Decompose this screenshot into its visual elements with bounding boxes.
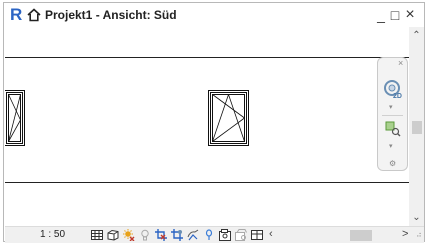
drawing-canvas[interactable]: × 2D ▾ ▾ ⚙ — [5, 27, 409, 226]
sun-path-icon[interactable] — [123, 229, 135, 241]
window-element-center[interactable] — [208, 90, 249, 146]
unlocked-3d-view-icon[interactable] — [187, 229, 199, 241]
vertical-scroll-thumb[interactable] — [412, 121, 422, 134]
scale-selector[interactable]: 1 : 50 — [40, 229, 65, 241]
reveal-hidden-elements-icon[interactable] — [219, 229, 231, 241]
level-line-bottom — [5, 182, 409, 183]
close-button[interactable]: × — [404, 7, 416, 23]
scroll-down-button[interactable]: ⌄ — [409, 211, 424, 225]
steering-wheel-icon[interactable]: 2D — [383, 79, 403, 99]
temporary-hide-icon[interactable] — [203, 229, 215, 241]
home-icon[interactable] — [27, 8, 41, 22]
svg-text:2D: 2D — [393, 93, 402, 99]
crop-view-icon[interactable] — [155, 229, 167, 241]
resize-grip-icon[interactable]: ⠴ — [416, 230, 422, 240]
navbar-divider — [382, 115, 403, 116]
level-line-top — [5, 57, 409, 58]
window-element-left[interactable] — [5, 90, 26, 146]
show-crop-region-icon[interactable] — [171, 229, 183, 241]
view-control-bar: 1 : 50 ‹ > ⠴ — [5, 226, 424, 243]
app-logo-icon: R — [10, 5, 23, 24]
maximize-button[interactable]: □ — [389, 7, 401, 23]
detail-level-icon[interactable] — [91, 229, 103, 241]
temporary-view-properties-icon[interactable] — [235, 229, 247, 241]
show-analytical-model-icon[interactable] — [251, 229, 263, 241]
titlebar: R Projekt1 - Ansicht: Süd _ □ × — [4, 3, 424, 27]
navbar-close-button[interactable]: × — [398, 58, 403, 68]
navigation-bar: × 2D ▾ ▾ ⚙ — [377, 57, 408, 171]
scroll-right-button[interactable]: > — [402, 228, 408, 241]
view-window: R Projekt1 - Ansicht: Süd _ □ × × 2D ▾ ▾… — [3, 2, 425, 243]
shadows-icon[interactable] — [139, 229, 151, 241]
zoom-region-icon[interactable] — [385, 121, 401, 137]
visual-style-icon[interactable] — [107, 229, 119, 241]
vertical-scrollbar[interactable]: ⌃ ⌄ — [409, 27, 424, 226]
chevron-down-icon[interactable]: ▾ — [389, 143, 393, 151]
scroll-up-button[interactable]: ⌃ — [409, 29, 424, 43]
horizontal-scroll-thumb[interactable] — [350, 230, 372, 241]
window-title: Projekt1 - Ansicht: Süd — [45, 8, 177, 22]
navbar-options-icon[interactable]: ⚙ — [389, 159, 396, 168]
minimize-button[interactable]: _ — [375, 7, 387, 23]
view-control-more-icon[interactable]: ‹ — [269, 228, 273, 241]
chevron-down-icon[interactable]: ▾ — [389, 104, 393, 112]
